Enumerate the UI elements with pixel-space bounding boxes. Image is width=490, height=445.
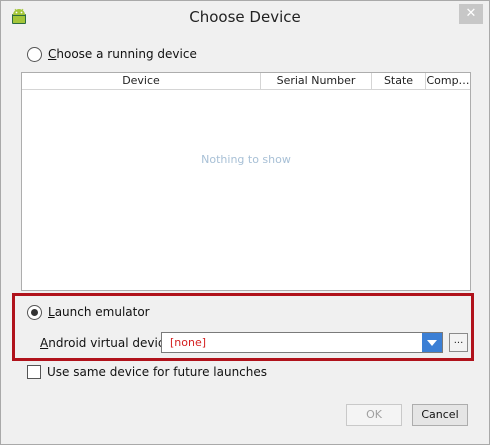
choose-running-device-radio[interactable] bbox=[27, 47, 42, 62]
cancel-button[interactable]: Cancel bbox=[412, 404, 468, 426]
dialog-title: Choose Device bbox=[189, 8, 301, 26]
column-header-state[interactable]: State bbox=[372, 73, 426, 89]
close-button[interactable]: ✕ bbox=[459, 4, 483, 24]
browse-avd-button[interactable]: ... bbox=[449, 333, 468, 352]
choose-device-dialog: Choose Device ✕ Choose a running device … bbox=[0, 0, 490, 445]
chevron-down-icon[interactable] bbox=[422, 333, 442, 352]
avd-label: Android virtual device: bbox=[40, 336, 176, 350]
empty-table-message: Nothing to show bbox=[201, 153, 291, 166]
title-bar: Choose Device ✕ bbox=[1, 1, 489, 33]
avd-select[interactable]: [none] bbox=[161, 332, 443, 353]
choose-running-device-label[interactable]: Choose a running device bbox=[48, 47, 197, 61]
column-header-device[interactable]: Device bbox=[22, 73, 261, 89]
device-table[interactable]: Device Serial Number State Comp… Nothing… bbox=[21, 72, 471, 291]
same-device-checkbox[interactable] bbox=[27, 365, 41, 379]
launch-emulator-radio[interactable] bbox=[27, 305, 42, 320]
device-table-header: Device Serial Number State Comp… bbox=[22, 73, 470, 90]
column-header-compatible[interactable]: Comp… bbox=[426, 73, 470, 89]
same-device-label[interactable]: Use same device for future launches bbox=[47, 365, 267, 379]
launch-emulator-label[interactable]: Launch emulator bbox=[48, 305, 150, 319]
ok-button[interactable]: OK bbox=[346, 404, 402, 426]
avd-select-value: [none] bbox=[170, 336, 207, 349]
column-header-serial-number[interactable]: Serial Number bbox=[261, 73, 372, 89]
